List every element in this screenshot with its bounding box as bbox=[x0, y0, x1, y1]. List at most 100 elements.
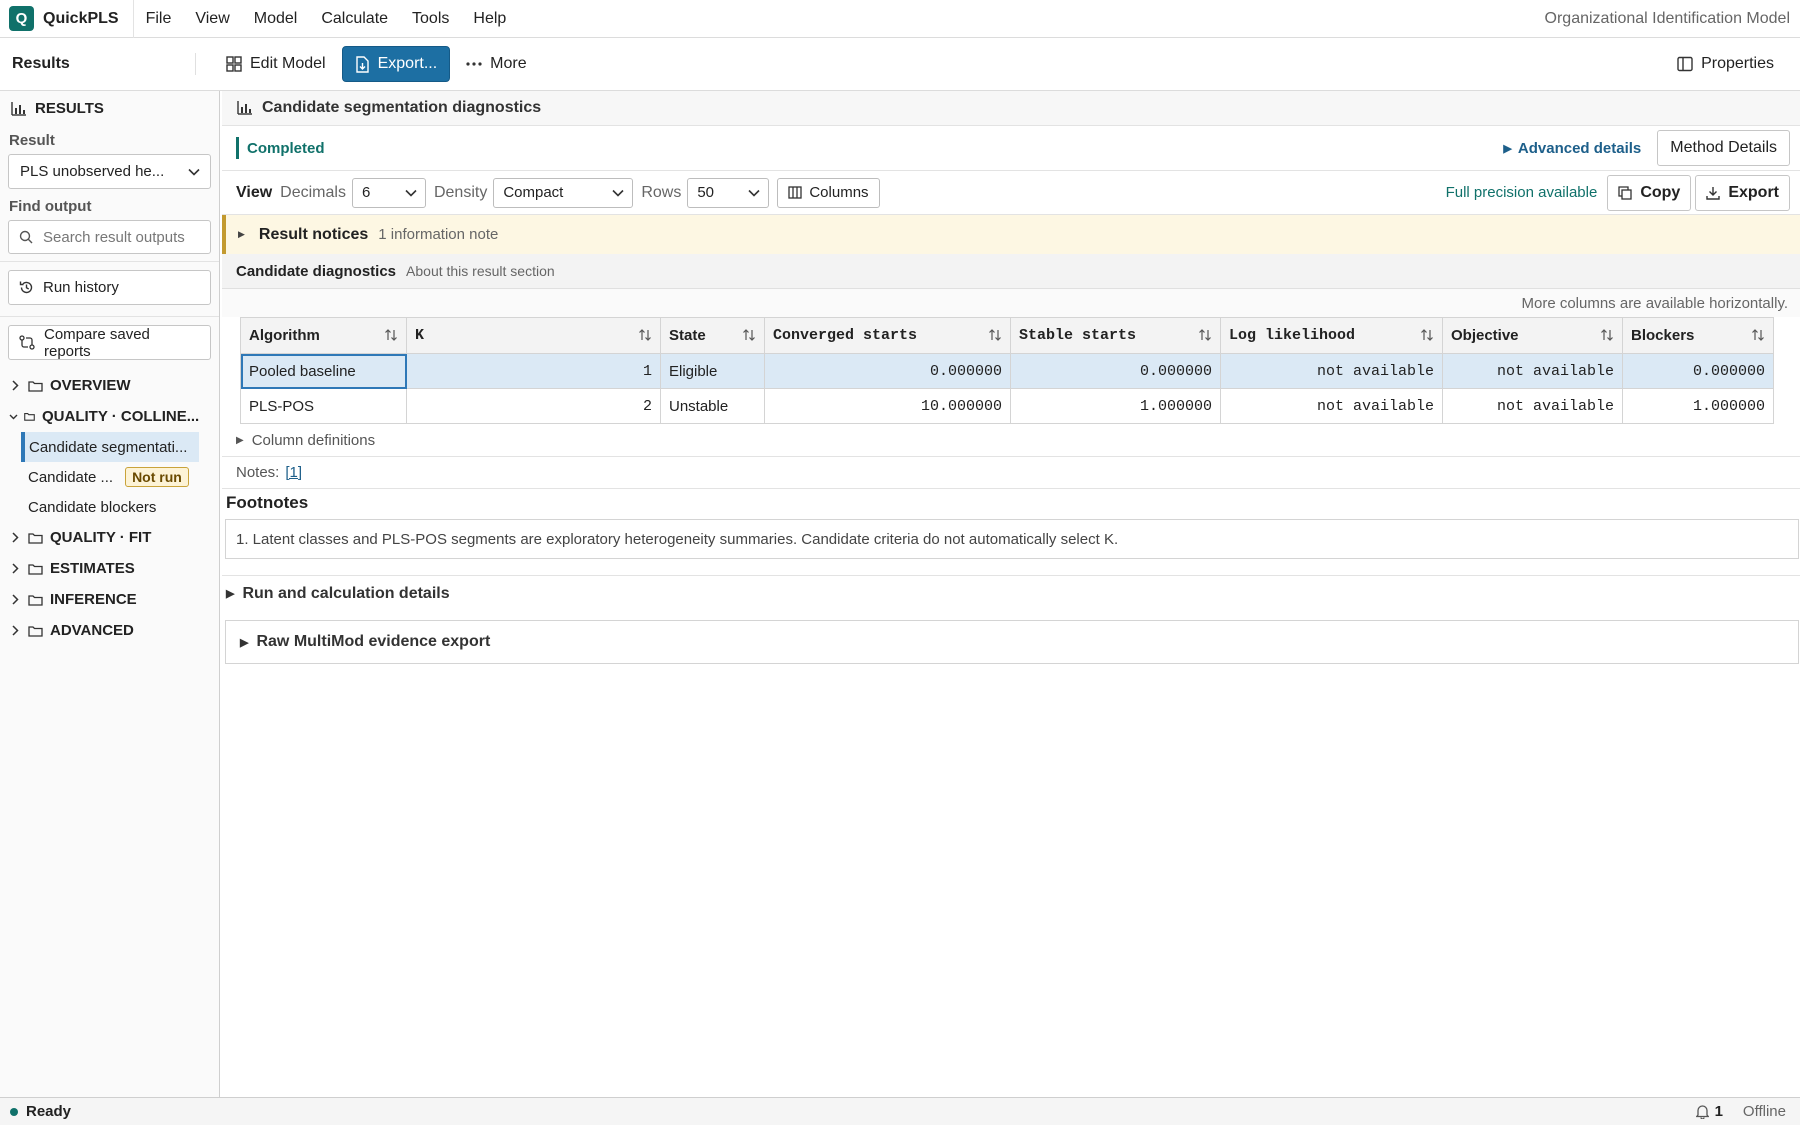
chevron-down-icon bbox=[188, 168, 200, 176]
tree-group-label: ESTIMATES bbox=[50, 560, 135, 577]
triangle-right-icon: ▶ bbox=[1503, 142, 1512, 155]
properties-button[interactable]: Properties bbox=[1665, 46, 1786, 82]
column-header-stable-starts[interactable]: Stable starts bbox=[1010, 317, 1221, 354]
table-cell[interactable]: 2 bbox=[406, 388, 661, 424]
notification-count: 1 bbox=[1714, 1103, 1723, 1120]
not-run-badge: Not run bbox=[125, 467, 189, 487]
table-row[interactable]: PLS-POS 2 Unstable 10.000000 1.000000 no… bbox=[240, 388, 1774, 424]
column-header-k[interactable]: K bbox=[406, 317, 661, 354]
chevron-right-icon bbox=[12, 380, 19, 391]
table-export-label: Export bbox=[1728, 183, 1779, 201]
menu-view[interactable]: View bbox=[183, 10, 241, 28]
notes-row: Notes: [1] bbox=[222, 457, 1800, 489]
table-cell[interactable]: Eligible bbox=[660, 353, 765, 389]
table-cell[interactable]: 0.000000 bbox=[764, 353, 1011, 389]
footnote-link[interactable]: [1] bbox=[285, 464, 302, 481]
status-bar-right: 1 Offline bbox=[1695, 1103, 1786, 1120]
toolbar-title: Results bbox=[0, 53, 196, 75]
column-header-objective[interactable]: Objective bbox=[1442, 317, 1623, 354]
raw-export-label: Raw MultiMod evidence export bbox=[256, 633, 491, 650]
column-header-log-likelihood[interactable]: Log likelihood bbox=[1220, 317, 1443, 354]
tree-group-label: INFERENCE bbox=[50, 591, 137, 608]
method-details-button[interactable]: Method Details bbox=[1657, 130, 1790, 166]
run-history-label: Run history bbox=[43, 279, 119, 296]
column-header-blockers[interactable]: Blockers bbox=[1622, 317, 1774, 354]
copy-button[interactable]: Copy bbox=[1607, 174, 1692, 211]
table-cell[interactable]: not available bbox=[1220, 388, 1443, 424]
footnotes-heading: Footnotes bbox=[226, 493, 309, 512]
decimals-label: Decimals bbox=[280, 183, 346, 201]
result-label: Result bbox=[9, 132, 55, 149]
tree-group-estimates[interactable]: ESTIMATES bbox=[0, 553, 219, 584]
tree-item-label: Candidate ... bbox=[28, 468, 114, 486]
menu-file[interactable]: File bbox=[134, 10, 184, 28]
edit-model-button[interactable]: Edit Model bbox=[214, 46, 338, 82]
table-cell[interactable]: not available bbox=[1220, 353, 1443, 389]
search-icon bbox=[19, 230, 43, 244]
file-export-icon bbox=[355, 55, 378, 73]
result-notices[interactable]: ▶ Result notices 1 information note bbox=[222, 215, 1800, 254]
table-cell[interactable]: 0.000000 bbox=[1010, 353, 1221, 389]
menu-model[interactable]: Model bbox=[242, 10, 310, 28]
tree-group-overview[interactable]: OVERVIEW bbox=[0, 370, 219, 401]
folder-icon bbox=[28, 563, 43, 575]
result-select[interactable]: PLS unobserved he... bbox=[8, 154, 211, 189]
export-button[interactable]: Export... bbox=[341, 46, 451, 82]
table-cell[interactable]: 1 bbox=[406, 353, 661, 389]
edit-model-label: Edit Model bbox=[250, 55, 326, 72]
decimals-select[interactable]: 6 bbox=[351, 177, 426, 208]
tree-group-label: OVERVIEW bbox=[50, 377, 131, 394]
table-cell[interactable]: Unstable bbox=[660, 388, 765, 424]
menu-tools[interactable]: Tools bbox=[400, 10, 461, 28]
advanced-details-toggle[interactable]: ▶ Advanced details bbox=[1503, 140, 1641, 157]
run-details-label: Run and calculation details bbox=[242, 584, 450, 602]
more-button[interactable]: More bbox=[454, 46, 538, 82]
run-history-button[interactable]: Run history bbox=[8, 270, 211, 305]
table-export-button[interactable]: Export bbox=[1695, 174, 1790, 211]
triangle-right-icon: ▶ bbox=[226, 588, 235, 600]
tree-group-quality-collinearity[interactable]: QUALITY · COLLINE... bbox=[0, 401, 219, 432]
diagnostics-table: Algorithm K State Converged starts Stabl… bbox=[240, 317, 1774, 424]
density-select[interactable]: Compact bbox=[493, 177, 634, 208]
chevron-down-icon bbox=[748, 189, 760, 197]
rows-select[interactable]: 50 bbox=[687, 177, 770, 208]
table-cell[interactable]: 1.000000 bbox=[1622, 388, 1774, 424]
column-definitions-toggle[interactable]: ▶ Column definitions bbox=[222, 424, 1800, 457]
search-output-input[interactable]: Search result outputs bbox=[8, 220, 211, 254]
full-precision-note: Full precision available bbox=[1445, 184, 1598, 201]
sort-icon bbox=[1198, 328, 1212, 342]
chevron-right-icon bbox=[12, 625, 19, 636]
chevron-right-icon bbox=[12, 594, 19, 605]
table-cell[interactable]: 10.000000 bbox=[764, 388, 1011, 424]
bar-chart-icon bbox=[11, 101, 35, 116]
tree-group-quality-fit[interactable]: QUALITY · FIT bbox=[0, 522, 219, 553]
table-cell[interactable]: 1.000000 bbox=[1010, 388, 1221, 424]
tree-item-candidate-blockers[interactable]: Candidate blockers bbox=[21, 492, 199, 522]
tree-item-candidate-segmentation[interactable]: Candidate segmentati... bbox=[21, 432, 199, 462]
copy-icon bbox=[1618, 185, 1640, 200]
column-header-converged-starts[interactable]: Converged starts bbox=[764, 317, 1011, 354]
menu-calculate[interactable]: Calculate bbox=[309, 10, 400, 28]
view-label: View bbox=[236, 183, 273, 201]
columns-button[interactable]: Columns bbox=[777, 177, 880, 208]
table-cell[interactable]: 0.000000 bbox=[1622, 353, 1774, 389]
tree-group-label: ADVANCED bbox=[50, 622, 134, 639]
column-header-state[interactable]: State bbox=[660, 317, 765, 354]
tree-item-candidate[interactable]: Candidate ... Not run bbox=[21, 462, 199, 492]
table-cell[interactable]: not available bbox=[1442, 353, 1623, 389]
compare-reports-button[interactable]: Compare saved reports bbox=[8, 325, 211, 360]
section-title: Candidate diagnostics bbox=[236, 262, 397, 280]
table-cell[interactable]: Pooled baseline bbox=[240, 353, 407, 389]
tree-group-advanced[interactable]: ADVANCED bbox=[0, 615, 219, 646]
column-header-algorithm[interactable]: Algorithm bbox=[240, 317, 407, 354]
table-cell[interactable]: PLS-POS bbox=[240, 388, 407, 424]
about-section-link[interactable]: About this result section bbox=[406, 263, 555, 279]
tree-group-inference[interactable]: INFERENCE bbox=[0, 584, 219, 615]
table-cell[interactable]: not available bbox=[1442, 388, 1623, 424]
brand: Q QuickPLS bbox=[0, 0, 134, 38]
run-details-toggle[interactable]: ▶ Run and calculation details bbox=[222, 575, 1800, 611]
raw-export-toggle[interactable]: ▶ Raw MultiMod evidence export bbox=[225, 620, 1799, 664]
bell-icon[interactable] bbox=[1695, 1104, 1709, 1119]
table-row[interactable]: Pooled baseline 1 Eligible 0.000000 0.00… bbox=[240, 353, 1774, 389]
menu-help[interactable]: Help bbox=[461, 10, 518, 28]
